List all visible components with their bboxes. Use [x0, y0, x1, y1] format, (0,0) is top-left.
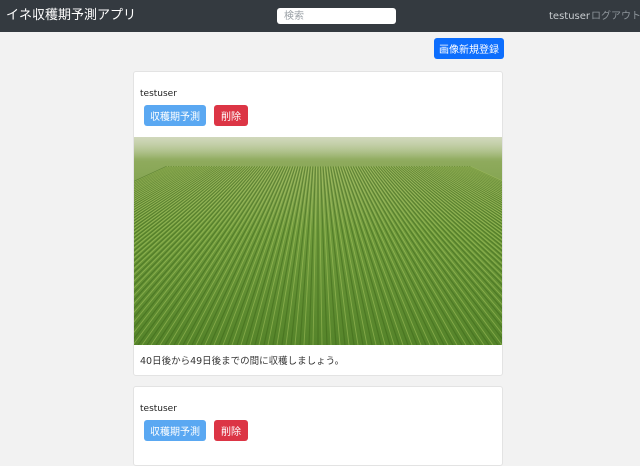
post-username: testuser [140, 89, 177, 99]
app-brand[interactable]: イネ収穫期予測アプリ [6, 7, 136, 25]
rice-field-image [134, 137, 502, 345]
logout-link[interactable]: ログアウト [591, 10, 640, 23]
post-card: testuser 収穫期予測 削除 [133, 386, 503, 466]
delete-button[interactable]: 削除 [214, 420, 248, 441]
harvest-prediction-text: 40日後から49日後までの間に収穫しましょう。 [140, 356, 345, 367]
predict-button[interactable]: 収穫期予測 [144, 420, 206, 441]
new-image-button[interactable]: 画像新規登録 [434, 38, 504, 59]
delete-button[interactable]: 削除 [214, 105, 248, 126]
navbar: イネ収穫期予測アプリ testuser ログアウト [0, 0, 640, 32]
search-input[interactable] [277, 8, 396, 24]
predict-button[interactable]: 収穫期予測 [144, 105, 206, 126]
post-username: testuser [140, 404, 177, 414]
post-card: testuser 収穫期予測 削除 40日後から49日後までの間に収穫しましょう… [133, 71, 503, 376]
nav-username[interactable]: testuser [549, 10, 590, 23]
